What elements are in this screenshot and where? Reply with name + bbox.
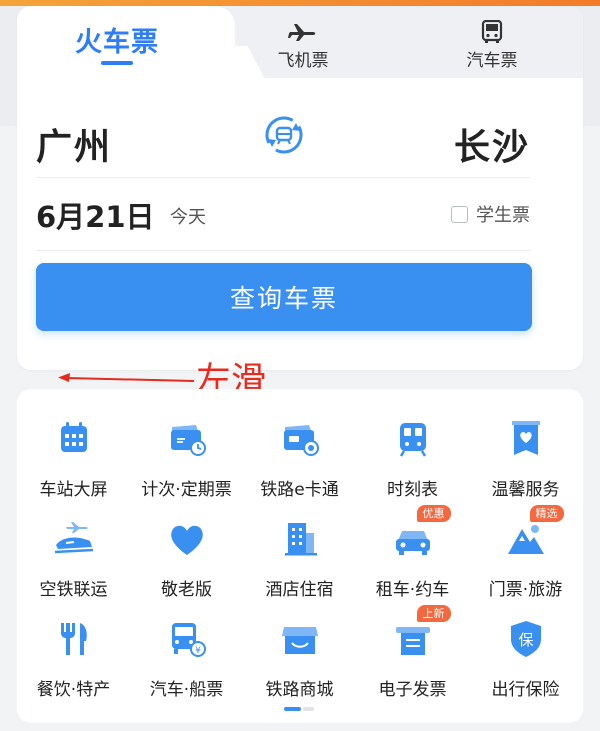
- tab-train-label: 火车票: [75, 27, 159, 58]
- service-label: 车站大屏: [39, 480, 108, 500]
- service-bus-ship[interactable]: ¥ 汽车·船票: [130, 617, 243, 713]
- tab-train[interactable]: 火车票: [17, 6, 235, 82]
- swap-cities-button[interactable]: [262, 113, 306, 157]
- service-period-ticket[interactable]: 计次·定期票: [130, 417, 243, 513]
- rail-card-icon: [278, 417, 322, 461]
- bus-icon: [432, 19, 552, 43]
- search-tickets-button[interactable]: 查询车票: [36, 263, 532, 331]
- service-timetable[interactable]: 时刻表: [356, 417, 469, 513]
- shop-icon: [278, 617, 322, 661]
- service-label: 铁路商城: [265, 680, 334, 700]
- service-travel-insurance[interactable]: 保 出行保险: [469, 617, 582, 713]
- new-badge: 上新: [416, 605, 451, 622]
- date-relative-label: 今天: [170, 207, 206, 228]
- service-elder-mode[interactable]: 敬老版: [130, 517, 243, 613]
- car-icon: 优惠: [391, 505, 451, 561]
- service-car-rental[interactable]: 优惠 租车·约车: [356, 505, 469, 613]
- swap-icon: [265, 116, 303, 154]
- hotel-icon: [278, 517, 322, 561]
- route-divider: [36, 177, 530, 178]
- svg-text:¥: ¥: [195, 646, 201, 656]
- service-label: 时刻表: [387, 480, 438, 500]
- train-front-icon: [391, 417, 435, 461]
- student-ticket-toggle[interactable]: 学生票: [451, 202, 530, 226]
- service-label: 酒店住宿: [265, 580, 334, 600]
- service-rail-ecard[interactable]: 铁路e卡通: [243, 417, 356, 513]
- service-label: 空铁联运: [39, 580, 108, 600]
- tab-bus[interactable]: 汽车票: [432, 19, 552, 71]
- invoice-icon: 上新: [391, 605, 451, 661]
- left-arrow-icon: [58, 373, 195, 382]
- service-label: 餐饮·特产: [36, 680, 111, 700]
- active-tab-indicator: [101, 61, 133, 65]
- service-label: 铁路e卡通: [260, 480, 339, 500]
- calendar-icon: [52, 417, 96, 461]
- service-hotel[interactable]: 酒店住宿: [243, 517, 356, 613]
- service-tickets-travel[interactable]: 精选 门票·旅游: [469, 505, 582, 613]
- student-ticket-checkbox[interactable]: [451, 205, 468, 223]
- services-card: 车站大屏 计次·定期票 铁路e卡通 时刻表 温馨服务 空铁联运 敬老版 酒店住宿…: [17, 389, 583, 723]
- service-label: 出行保险: [491, 680, 560, 700]
- service-care[interactable]: 温馨服务: [469, 417, 582, 513]
- travel-date[interactable]: 6月21日: [36, 194, 155, 236]
- tab-flight-label: 飞机票: [277, 51, 329, 71]
- departure-city[interactable]: 广州: [36, 118, 112, 170]
- date-selector[interactable]: 6月21日 今天 学生票: [36, 194, 530, 234]
- page-indicator: [284, 707, 316, 711]
- shield-icon: 保: [504, 617, 548, 661]
- service-station-screen[interactable]: 车站大屏: [17, 417, 130, 513]
- airplane-icon: [243, 20, 363, 42]
- ticket-clock-icon: [165, 417, 209, 461]
- heart-card-icon: [504, 417, 548, 461]
- service-label: 敬老版: [161, 580, 212, 600]
- plane-train-icon: [52, 517, 96, 561]
- service-label: 门票·旅游: [488, 580, 563, 600]
- date-divider: [36, 250, 530, 251]
- svg-text:保: 保: [518, 631, 533, 649]
- page-dot: [303, 707, 314, 711]
- service-label: 电子发票: [378, 680, 447, 700]
- service-label: 计次·定期票: [141, 480, 232, 500]
- service-label: 汽车·船票: [149, 680, 224, 700]
- bus-ticket-icon: ¥: [165, 617, 209, 661]
- service-label: 温馨服务: [491, 480, 560, 500]
- page-dot-active: [284, 707, 301, 711]
- featured-badge: 精选: [529, 505, 564, 522]
- promo-badge: 优惠: [416, 505, 451, 522]
- service-air-rail[interactable]: 空铁联运: [17, 517, 130, 613]
- heart-icon: [165, 517, 209, 561]
- fork-knife-icon: [52, 617, 96, 661]
- mountain-icon: 精选: [504, 505, 564, 561]
- service-rail-mall[interactable]: 铁路商城: [243, 617, 356, 713]
- tab-flight[interactable]: 飞机票: [243, 20, 363, 71]
- student-ticket-label: 学生票: [476, 205, 530, 226]
- route-selector: 广州 长沙: [36, 110, 530, 170]
- arrival-city[interactable]: 长沙: [454, 118, 530, 170]
- service-label: 租车·约车: [375, 580, 450, 600]
- service-e-invoice[interactable]: 上新 电子发票: [356, 605, 469, 713]
- tab-bus-label: 汽车票: [466, 51, 518, 71]
- service-food[interactable]: 餐饮·特产: [17, 617, 130, 713]
